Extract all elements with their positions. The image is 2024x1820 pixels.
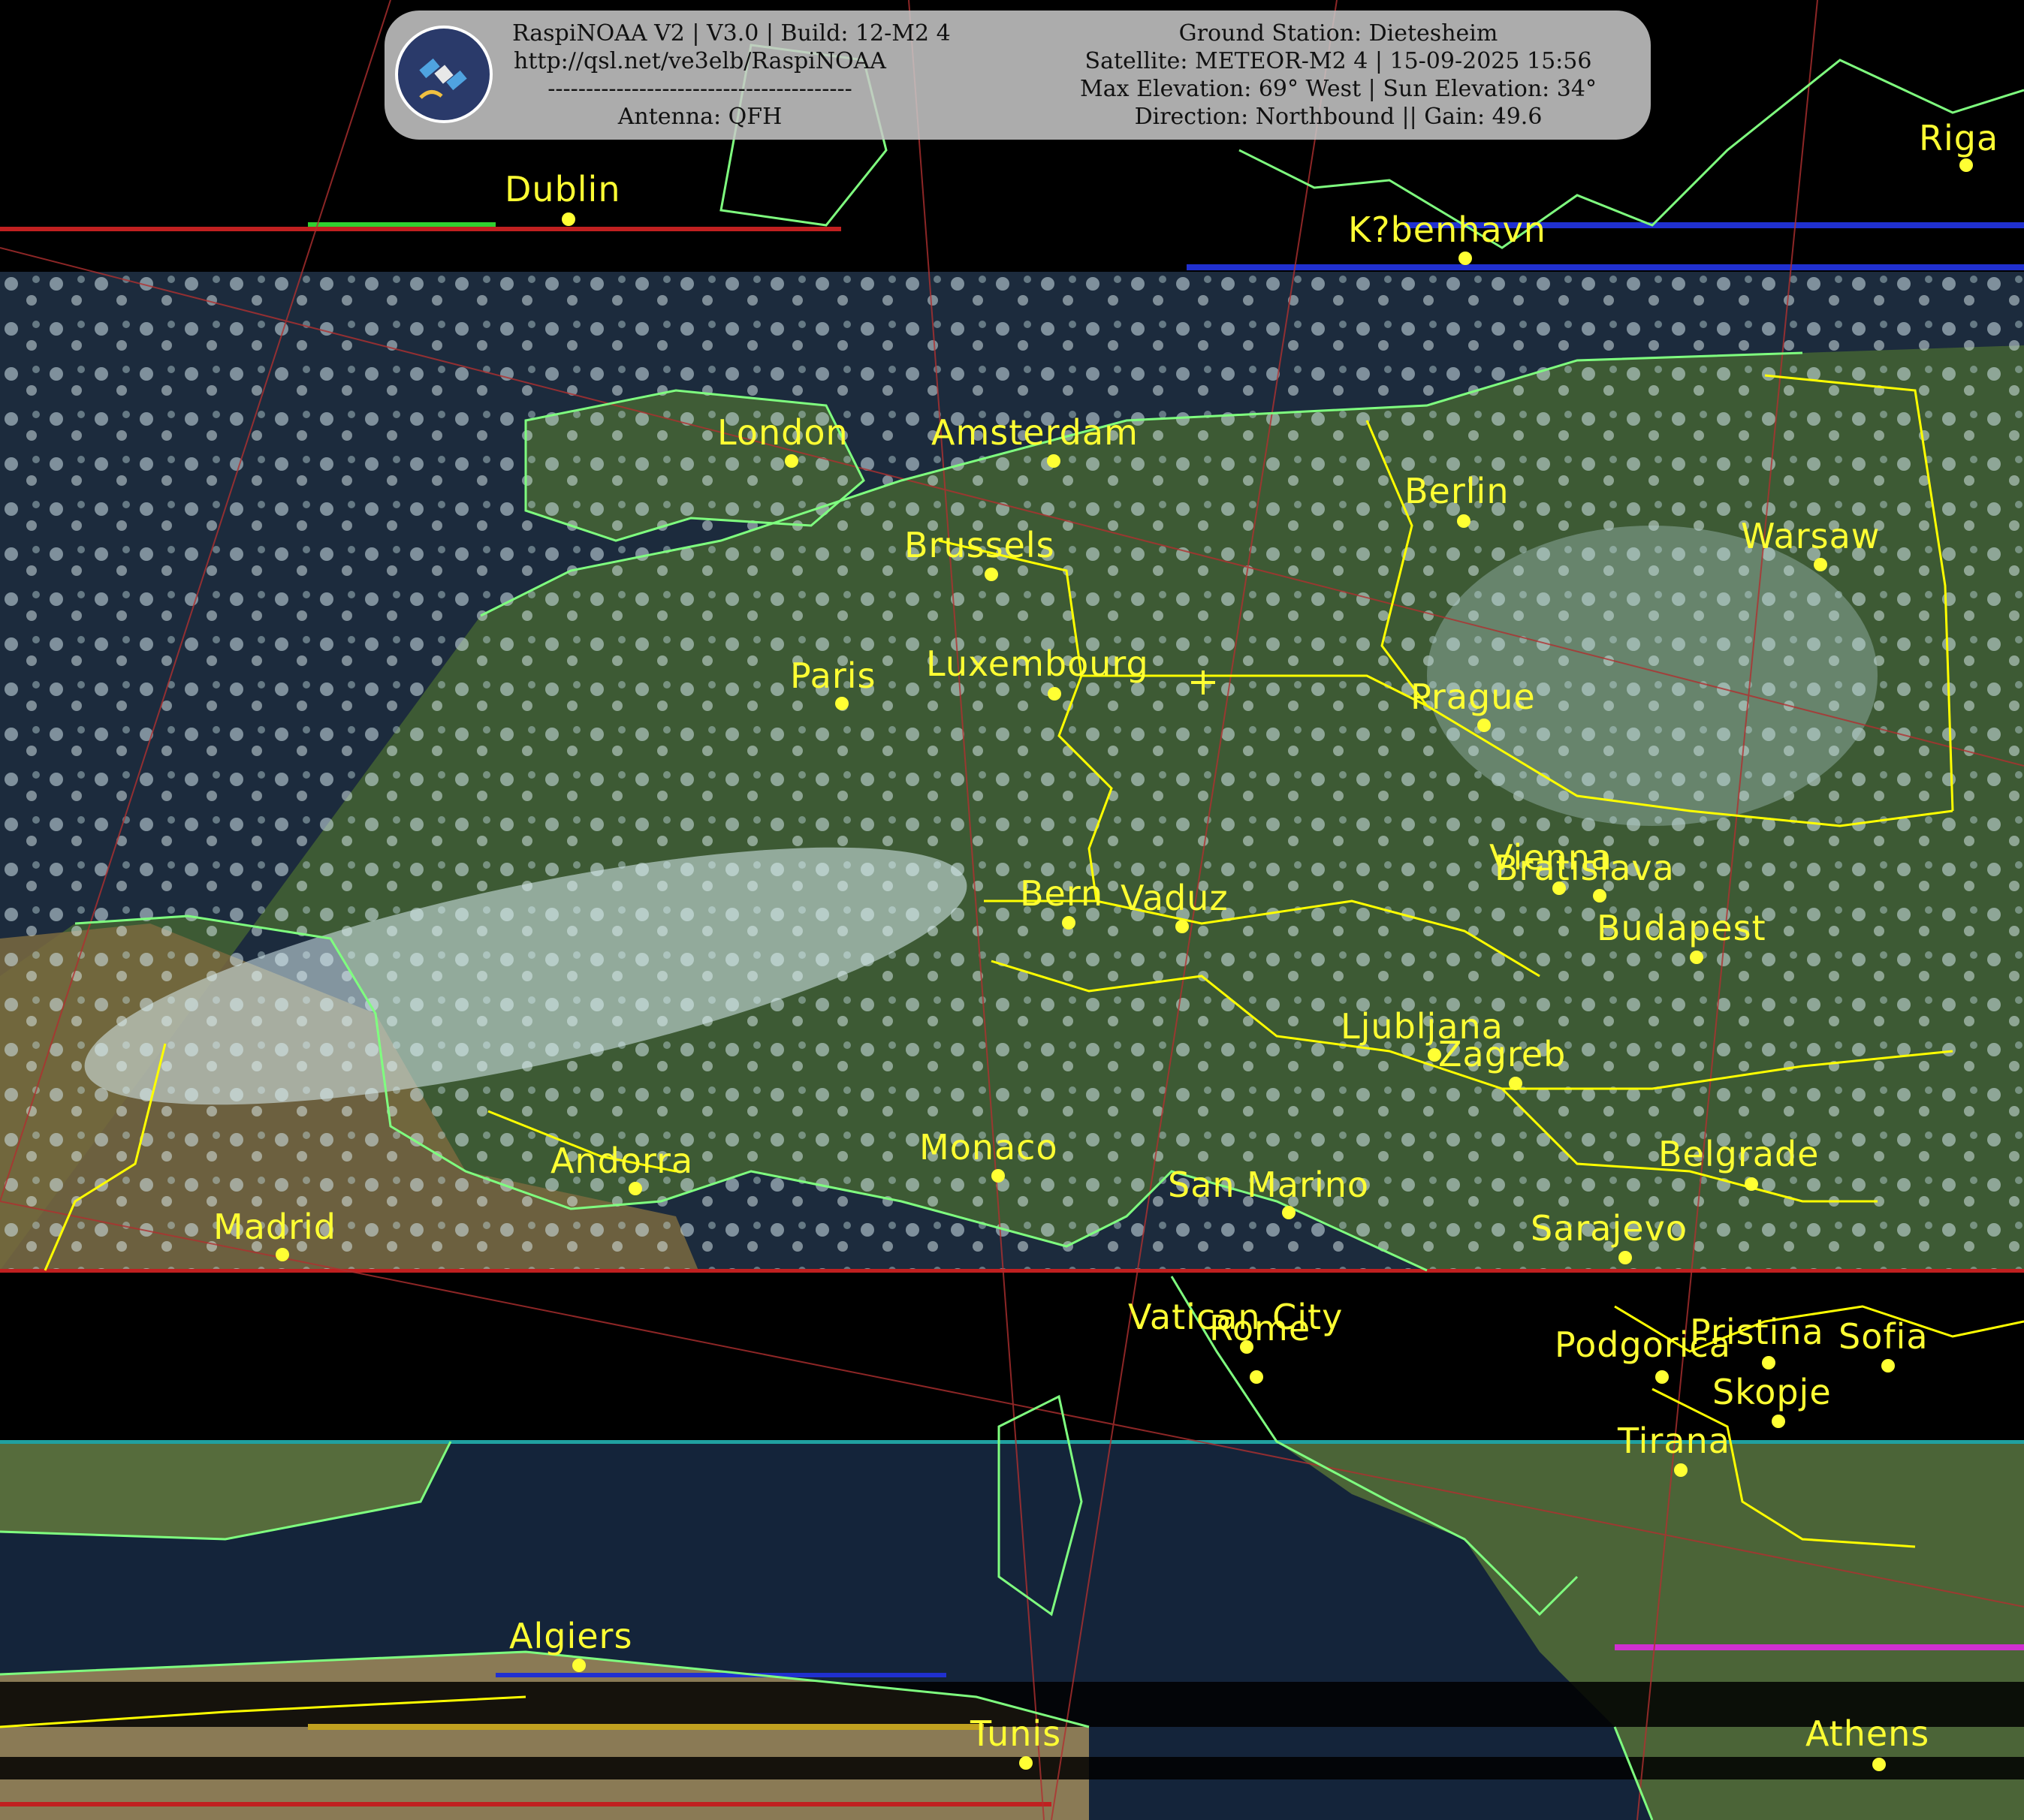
satellite-icon	[395, 26, 493, 123]
separator: ----------------------------------------	[547, 76, 852, 102]
noise-line	[1187, 264, 2024, 270]
city-dot	[1047, 454, 1060, 468]
ground-station: Ground Station: Dietesheim	[1178, 20, 1498, 47]
city-dot	[1019, 1756, 1033, 1770]
city-label: Pristina	[1690, 1312, 1824, 1352]
city-label: San Marino	[1168, 1165, 1369, 1205]
city-dot	[1062, 916, 1075, 930]
antenna-info: Antenna: QFH	[617, 104, 783, 130]
city-dot	[1690, 951, 1703, 964]
build-info: RaspiNOAA V2 | V3.0 | Build: 12-M2 4	[512, 20, 951, 47]
city-label: Madrid	[213, 1207, 336, 1247]
noise-line	[0, 1269, 2024, 1273]
city-dot	[276, 1248, 289, 1261]
city-dot	[1959, 158, 1973, 172]
city-dot	[1477, 719, 1491, 732]
city-dot	[1814, 558, 1827, 571]
city-dot	[1457, 514, 1470, 528]
info-panel: RaspiNOAA V2 | V3.0 | Build: 12-M2 4 htt…	[385, 11, 1651, 140]
city-dot	[1048, 687, 1061, 701]
city-label: K?benhavn	[1348, 209, 1546, 250]
noise-line	[0, 227, 841, 231]
city-dot	[835, 697, 849, 710]
city-dot	[785, 454, 798, 468]
city-dot	[1745, 1177, 1758, 1191]
city-dot	[1282, 1206, 1296, 1219]
city-label: Athens	[1805, 1713, 1929, 1754]
city-label: Brussels	[904, 525, 1055, 565]
city-dot	[1872, 1758, 1886, 1771]
noise-line	[496, 1673, 946, 1677]
city-dot	[1772, 1415, 1785, 1428]
project-url: http://qsl.net/ve3elb/RaspiNOAA	[514, 48, 886, 74]
city-label: Dublin	[505, 169, 621, 209]
city-label: Warsaw	[1741, 516, 1880, 556]
city-label: Skopje	[1712, 1372, 1832, 1412]
city-label: Berlin	[1404, 471, 1510, 511]
city-dot	[1655, 1370, 1669, 1384]
city-dot	[985, 568, 998, 581]
city-label: Monaco	[919, 1127, 1058, 1168]
city-dot	[629, 1182, 642, 1195]
city-label: Tunis	[970, 1713, 1061, 1754]
city-label: Bern	[1020, 873, 1103, 914]
city-label: Paris	[790, 655, 876, 696]
city-dot	[1881, 1359, 1895, 1373]
satellite-datetime: Satellite: METEOR-M2 4 | 15-09-2025 15:5…	[1084, 48, 1592, 74]
elevation-info: Max Elevation: 69° West | Sun Elevation:…	[1080, 76, 1597, 102]
city-dot	[991, 1169, 1005, 1183]
city-label: Budapest	[1597, 908, 1766, 948]
no-signal-band-low-2	[0, 1757, 2024, 1779]
pass-info-right: Ground Station: Dietesheim Satellite: ME…	[1045, 20, 1631, 131]
direction-gain: Direction: Northbound || Gain: 49.6	[1134, 104, 1543, 130]
city-dot	[1250, 1370, 1263, 1384]
city-dot	[1618, 1251, 1632, 1264]
noise-line	[308, 1724, 984, 1730]
city-label: Vaduz	[1121, 878, 1229, 918]
noise-line	[1615, 1644, 2024, 1650]
city-label: Bratislava	[1495, 848, 1675, 888]
city-dot	[1175, 920, 1189, 933]
cloud-patch	[1427, 526, 1878, 826]
city-label: Riga	[1919, 118, 1998, 158]
satellite-map: Dublin Riga K?benhavn London Amsterdam Berlin…	[0, 0, 2024, 1820]
city-label: Prague	[1410, 676, 1536, 717]
noise-line	[0, 1802, 1051, 1806]
city-dot	[572, 1659, 586, 1672]
city-dot	[1674, 1463, 1688, 1477]
city-dot	[1509, 1077, 1522, 1090]
city-label: Rome	[1209, 1308, 1311, 1348]
noise-line	[308, 222, 496, 227]
city-label: Luxembourg	[926, 643, 1149, 684]
city-dot	[1458, 252, 1472, 265]
city-label: Sarajevo	[1531, 1208, 1688, 1249]
city-label: Tirana	[1617, 1421, 1730, 1461]
city-label: Andorra	[550, 1141, 693, 1181]
city-label: London	[717, 412, 849, 453]
city-dot	[1593, 889, 1606, 902]
city-label: Amsterdam	[931, 412, 1139, 453]
city-label: Zagreb	[1438, 1034, 1566, 1074]
city-dot	[1762, 1356, 1775, 1370]
city-label: Sofia	[1838, 1316, 1929, 1357]
city-dot	[562, 212, 575, 226]
station-info-left: RaspiNOAA V2 | V3.0 | Build: 12-M2 4 htt…	[512, 20, 951, 131]
satellite-image-view: Dublin Riga K?benhavn London Amsterdam Berlin…	[0, 0, 2024, 1820]
city-label: Belgrade	[1658, 1134, 1819, 1174]
city-label: Algiers	[509, 1616, 632, 1656]
